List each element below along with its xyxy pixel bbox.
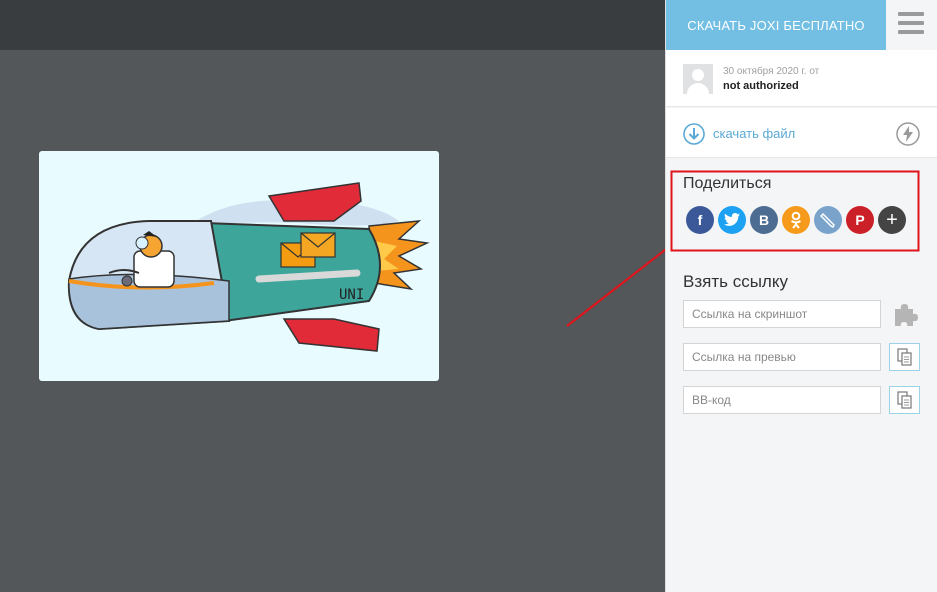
download-app-button[interactable]: СКАЧАТЬ JOXI БЕСПЛАТНО [666, 0, 886, 50]
share-buttons: f B P + [686, 206, 906, 234]
bbcode-input[interactable] [683, 386, 881, 414]
avatar [683, 64, 713, 94]
share-title: Поделиться [683, 175, 772, 192]
get-link-title: Взять ссылку [683, 272, 788, 291]
upload-date: 30 октября 2020 г. от [723, 66, 820, 77]
screenshot-link-row [683, 300, 923, 328]
top-bar [0, 0, 665, 50]
download-arrow-icon[interactable] [683, 123, 705, 145]
livejournal-icon[interactable] [814, 206, 842, 234]
bbcode-row [683, 386, 923, 414]
odnoklassniki-icon[interactable] [782, 206, 810, 234]
preview-link-row [683, 343, 923, 371]
sidebar: СКАЧАТЬ JOXI БЕСПЛАТНО 30 октября 2020 г… [665, 0, 937, 592]
screenshot-meta: 30 октября 2020 г. от not authorized [666, 50, 937, 107]
rocket-label: UNI [339, 287, 364, 303]
screenshot-link-input[interactable] [683, 300, 881, 328]
facebook-icon[interactable]: f [686, 206, 714, 234]
twitter-icon[interactable] [718, 206, 746, 234]
vk-icon[interactable]: B [750, 206, 778, 234]
pinterest-icon[interactable]: P [846, 206, 874, 234]
screenshot-preview: UNI [39, 151, 439, 381]
puzzle-piece-icon[interactable] [889, 300, 920, 328]
download-file-row: скачать файл [666, 108, 937, 158]
preview-link-input[interactable] [683, 343, 881, 371]
more-share-icon[interactable]: + [878, 206, 906, 234]
copy-bbcode-icon[interactable] [889, 386, 920, 414]
lightning-bolt-icon[interactable] [896, 122, 920, 146]
uploader-name: not authorized [723, 80, 799, 92]
rocket-illustration: UNI [67, 182, 430, 352]
hamburger-menu-icon[interactable] [898, 12, 924, 36]
download-file-link[interactable]: скачать файл [713, 126, 795, 141]
copy-preview-link-icon[interactable] [889, 343, 920, 371]
